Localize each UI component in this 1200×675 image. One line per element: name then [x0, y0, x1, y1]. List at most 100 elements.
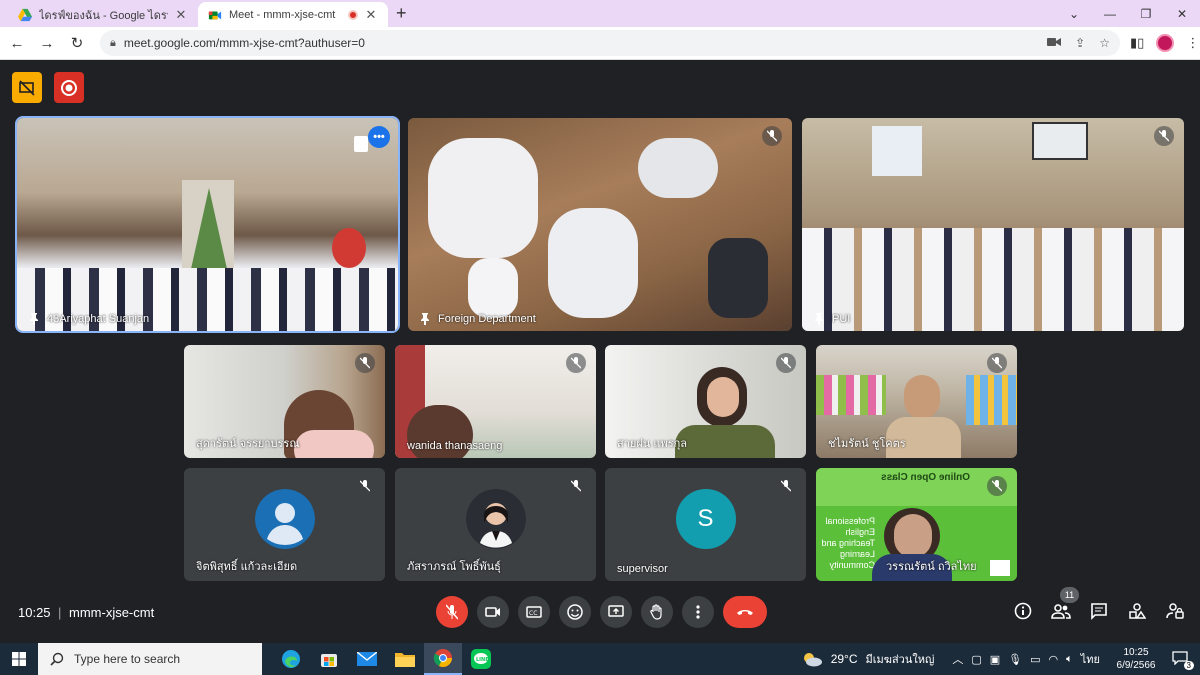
windows-start-icon[interactable]: [0, 652, 38, 666]
chrome-icon[interactable]: [424, 643, 462, 675]
participant-tile[interactable]: สุดารัตน์ จรรยาบรรณ: [184, 345, 385, 458]
record-icon: [61, 79, 77, 96]
activities-button[interactable]: [1126, 600, 1148, 622]
back-icon[interactable]: ←: [4, 35, 30, 52]
network-icon[interactable]: ◠: [1049, 653, 1059, 666]
emoji-icon: [567, 604, 583, 620]
chat-icon: [1091, 603, 1107, 620]
participant-tile[interactable]: PUI: [802, 118, 1184, 331]
more-vert-icon: [696, 605, 700, 619]
restore-icon[interactable]: ❐: [1128, 7, 1164, 21]
participant-name: Foreign Department: [420, 313, 536, 325]
default-avatar-icon: [254, 488, 315, 549]
camera-icon: [485, 607, 500, 617]
close-tab-icon[interactable]: ✕: [364, 7, 378, 23]
url-text: meet.google.com/mmm-xjse-cmt?authuser=0: [123, 36, 365, 50]
forward-icon[interactable]: →: [34, 35, 60, 52]
mic-toggle-button[interactable]: [436, 596, 468, 628]
participant-name: จิตพิสุทธิ์ แก้วละเอียด: [196, 561, 298, 573]
present-screen-button[interactable]: [600, 596, 632, 628]
address-bar[interactable]: 🔒︎ meet.google.com/mmm-xjse-cmt?authuser…: [100, 30, 1120, 56]
mic-off-icon: [987, 476, 1007, 496]
video-feed: [802, 118, 1184, 331]
tab-google-drive[interactable]: ไดรฟ์ของฉัน - Google ไดรฟ์ ✕: [8, 2, 198, 27]
meeting-details-button[interactable]: [1012, 600, 1034, 622]
close-tab-icon[interactable]: ✕: [174, 7, 188, 23]
participant-tile[interactable]: wanida thanasaeng: [395, 345, 596, 458]
tab-title: ไดรฟ์ของฉัน - Google ไดรฟ์: [39, 9, 168, 22]
new-tab-icon[interactable]: +: [396, 3, 407, 24]
tray-mic-icon[interactable]: 🎙︎: [1008, 653, 1022, 666]
reactions-button[interactable]: [559, 596, 591, 628]
initial-avatar: S: [675, 488, 736, 549]
edge-icon[interactable]: [272, 643, 310, 675]
tab-search-icon[interactable]: ⌄: [1056, 7, 1092, 21]
mic-off-icon: [762, 126, 782, 146]
notification-icon[interactable]: 3: [1172, 650, 1194, 670]
lock-icon[interactable]: 🔒︎: [110, 37, 116, 50]
participant-tile[interactable]: Foreign Department: [408, 118, 792, 331]
camera-toggle-button[interactable]: [477, 596, 509, 628]
host-controls-button[interactable]: [1164, 600, 1186, 622]
battery-icon[interactable]: ▭: [1030, 653, 1040, 666]
participant-name: 43Ariyaphat Suanjan: [29, 313, 149, 325]
participant-tile[interactable]: Online Open Class Professional English T…: [816, 468, 1017, 581]
participant-tile[interactable]: S supervisor: [605, 468, 806, 581]
notification-count: 3: [1183, 660, 1194, 670]
lock-person-icon: [1166, 603, 1184, 619]
volume-icon[interactable]: 🔈︎: [1066, 653, 1073, 666]
participant-tile[interactable]: ••• 43Ariyaphat Suanjan: [17, 118, 398, 331]
bookmark-star-icon[interactable]: ☆: [1099, 36, 1110, 50]
tray-camera-icon[interactable]: ▣: [990, 653, 1000, 666]
chat-button[interactable]: [1088, 600, 1110, 622]
meeting-time: 10:25: [18, 604, 51, 620]
participant-tile[interactable]: สายฝน แพรกุล: [605, 345, 806, 458]
chrome-menu-icon[interactable]: ⋮: [1186, 35, 1199, 51]
participant-name: สายฝน แพรกุล: [617, 438, 688, 450]
participant-tile[interactable]: ภัสราภรณ์ โพธิ์พันธุ์: [395, 468, 596, 581]
input-language[interactable]: ไทย: [1081, 650, 1100, 668]
people-count-badge: 11: [1060, 587, 1079, 603]
tab-meet[interactable]: Meet - mmm-xjse-cmt ✕: [198, 2, 388, 27]
mic-off-icon: [1154, 126, 1174, 146]
recording-chip[interactable]: [54, 72, 84, 103]
mic-off-icon: [776, 476, 796, 496]
share-icon[interactable]: ⇪: [1075, 36, 1085, 50]
taskbar-search[interactable]: Type here to search: [38, 643, 262, 675]
captions-button[interactable]: CC: [518, 596, 550, 628]
people-button[interactable]: [1050, 600, 1072, 622]
file-explorer-icon[interactable]: [386, 643, 424, 675]
line-app-icon[interactable]: LINE: [462, 643, 500, 675]
captions-off-chip[interactable]: [12, 72, 42, 103]
slide-body: Professional English Teaching and Learni…: [821, 516, 875, 570]
pin-icon[interactable]: [29, 313, 39, 325]
taskbar-time: 10:25: [1123, 647, 1149, 658]
minimize-icon[interactable]: —: [1092, 7, 1128, 21]
weather-cloud-icon[interactable]: [801, 651, 823, 667]
mic-off-icon: [566, 353, 586, 373]
pin-icon[interactable]: [420, 313, 430, 325]
video-feed: [17, 118, 398, 331]
taskbar-clock[interactable]: 10:25 6/9/2566: [1108, 646, 1164, 672]
reload-icon[interactable]: ↻: [64, 34, 90, 52]
close-window-icon[interactable]: ✕: [1164, 7, 1200, 21]
participant-tile[interactable]: ชไมรัตน์ ชูโคตร: [816, 345, 1017, 458]
tray-app-icon[interactable]: ▢: [971, 653, 981, 666]
mic-off-icon: [355, 353, 375, 373]
leave-call-button[interactable]: [723, 596, 767, 628]
show-hidden-icons-icon[interactable]: ︿: [952, 651, 963, 667]
mail-icon[interactable]: [348, 643, 386, 675]
raise-hand-button[interactable]: [641, 596, 673, 628]
search-icon: [50, 652, 64, 666]
more-options-icon[interactable]: •••: [368, 126, 390, 148]
hand-icon: [650, 604, 662, 620]
camera-permission-icon[interactable]: [1047, 36, 1062, 48]
pin-icon[interactable]: [814, 313, 824, 325]
info-icon: [1014, 602, 1032, 620]
search-placeholder: Type here to search: [74, 652, 181, 666]
store-icon[interactable]: [310, 643, 348, 675]
profile-avatar[interactable]: [1156, 34, 1175, 52]
more-options-button[interactable]: [682, 596, 714, 628]
participant-tile[interactable]: จิตพิสุทธิ์ แก้วละเอียด: [184, 468, 385, 581]
side-panel-icon[interactable]: ▮▯: [1130, 35, 1144, 51]
